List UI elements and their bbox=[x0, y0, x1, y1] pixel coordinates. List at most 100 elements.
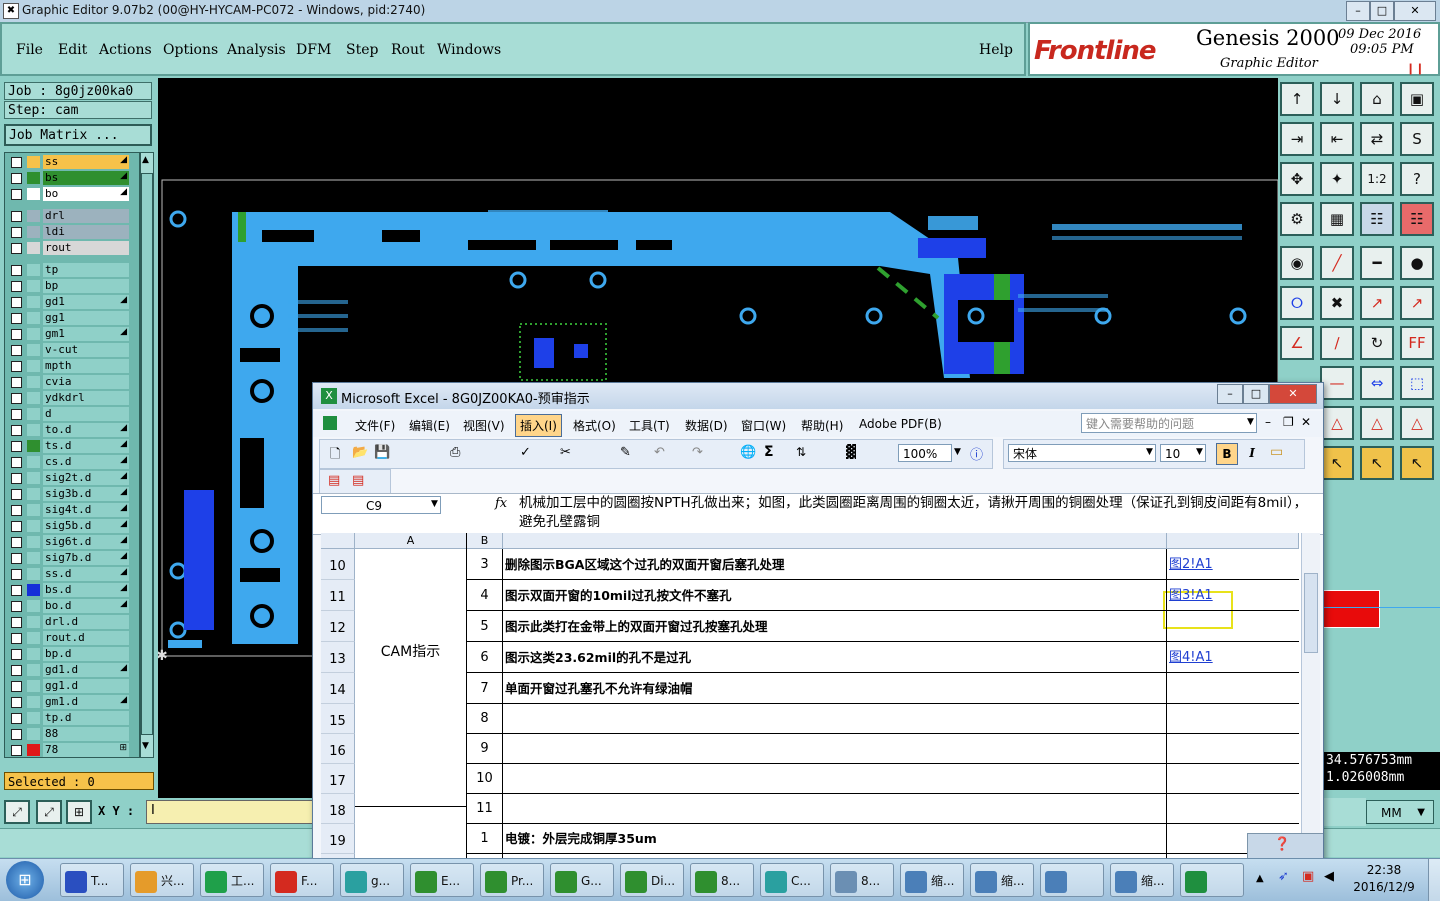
layer-checkbox[interactable] bbox=[11, 157, 22, 168]
layer-name[interactable]: ldi bbox=[43, 225, 129, 239]
group-cell-next[interactable] bbox=[355, 807, 467, 859]
layer-checkbox[interactable] bbox=[11, 745, 22, 756]
layer-row[interactable]: ss.d ◢ bbox=[9, 567, 137, 581]
start-button[interactable]: ⊞ bbox=[6, 861, 44, 899]
layer-color-swatch[interactable] bbox=[27, 408, 40, 420]
tray-volume-icon[interactable]: ◀ bbox=[1324, 869, 1334, 884]
row-header[interactable]: 13 bbox=[321, 642, 355, 673]
zoom-box-icon[interactable]: ⤢ bbox=[36, 800, 62, 824]
layer-name[interactable]: bs.d bbox=[43, 583, 129, 597]
menu-rout[interactable]: Rout bbox=[391, 42, 425, 58]
close-button[interactable]: ✕ bbox=[1394, 1, 1436, 21]
layer-row[interactable]: bo.d ◢ bbox=[9, 599, 137, 613]
tray-network-icon[interactable]: ▣ bbox=[1302, 869, 1314, 884]
layer-name[interactable]: tp.d bbox=[43, 711, 129, 725]
layer-checkbox[interactable] bbox=[11, 329, 22, 340]
layer-name[interactable]: bo.d bbox=[43, 599, 129, 613]
layer-row[interactable]: gg1.d bbox=[9, 679, 137, 693]
row-header[interactable]: 17 bbox=[321, 764, 355, 794]
cell-number[interactable]: 1 bbox=[467, 824, 503, 854]
scroll-down-icon[interactable]: ▼ bbox=[142, 741, 149, 751]
taskbar-app-button[interactable]: g... bbox=[340, 863, 404, 897]
taskbar-app-button[interactable]: 缩... bbox=[970, 863, 1034, 897]
layer-name[interactable]: gd1.d bbox=[43, 663, 129, 677]
column-header-c[interactable] bbox=[503, 533, 1167, 549]
zoom-select[interactable]: 100% bbox=[898, 444, 952, 462]
tool-select3-icon[interactable]: ↖ bbox=[1400, 446, 1434, 480]
tray-arrow-icon[interactable]: ▲ bbox=[1256, 873, 1264, 884]
layer-row[interactable]: sig5b.d ◢ bbox=[9, 519, 137, 533]
layer-color-swatch[interactable] bbox=[27, 156, 40, 168]
layer-checkbox[interactable] bbox=[11, 265, 22, 276]
layer-checkbox[interactable] bbox=[11, 211, 22, 222]
layer-row[interactable]: 88 bbox=[9, 727, 137, 741]
group-cell-cam[interactable]: CAM指示 bbox=[355, 533, 467, 807]
cell-link[interactable] bbox=[1167, 704, 1299, 734]
layer-name[interactable]: gg1 bbox=[43, 311, 129, 325]
formula-content[interactable]: 机械加工层中的圆圈按NPTH孔做出来；如图，此类圆圈距离周围的铜圈太近，请揪开周… bbox=[519, 494, 1309, 534]
layer-color-swatch[interactable] bbox=[27, 424, 40, 436]
layer-color-swatch[interactable] bbox=[27, 242, 40, 254]
layer-checkbox[interactable] bbox=[11, 601, 22, 612]
cell-instruction[interactable]: 图示双面开窗的10mil过孔按文件不塞孔 bbox=[503, 580, 1167, 611]
layer-checkbox[interactable] bbox=[11, 649, 22, 660]
layer-checkbox[interactable] bbox=[11, 441, 22, 452]
tool-help-icon[interactable]: ? bbox=[1400, 162, 1434, 196]
layer-color-swatch[interactable] bbox=[27, 520, 40, 532]
save-icon[interactable]: 💾 bbox=[374, 445, 390, 460]
layer-name[interactable]: 78 bbox=[43, 743, 129, 757]
layer-name[interactable]: gm1 bbox=[43, 327, 129, 341]
layer-name[interactable]: mpth bbox=[43, 359, 129, 373]
cell-instruction[interactable] bbox=[503, 704, 1167, 734]
layer-row[interactable]: gm1.d ◢ bbox=[9, 695, 137, 709]
layer-name[interactable]: sig5b.d bbox=[43, 519, 129, 533]
layer-color-swatch[interactable] bbox=[27, 488, 40, 500]
sheet-hyperlink[interactable]: 图2!A1 bbox=[1169, 557, 1213, 572]
layer-row[interactable]: drl bbox=[9, 209, 137, 223]
taskbar-app-button[interactable]: T... bbox=[60, 863, 124, 897]
layer-name[interactable]: d bbox=[43, 407, 129, 421]
layer-row[interactable]: gg1 bbox=[9, 311, 137, 325]
tray-app-icon[interactable]: ➶ bbox=[1278, 869, 1289, 884]
layer-row[interactable]: ss ◢ bbox=[9, 155, 137, 169]
open-folder-icon[interactable]: 📂 bbox=[352, 445, 368, 460]
column-header-d[interactable] bbox=[1167, 533, 1299, 549]
cell-link[interactable] bbox=[1167, 611, 1299, 642]
italic-button[interactable]: I bbox=[1242, 443, 1262, 463]
tool-fit-icon[interactable]: ✥ bbox=[1280, 162, 1314, 196]
layer-checkbox[interactable] bbox=[11, 377, 22, 388]
cell-instruction[interactable]: 图示这类23.62mil的孔不是过孔 bbox=[503, 642, 1167, 673]
layer-name[interactable]: gg1.d bbox=[43, 679, 129, 693]
ime-help-icon[interactable]: ❓ bbox=[1274, 837, 1290, 852]
layer-color-swatch[interactable] bbox=[27, 210, 40, 222]
menu-options[interactable]: Options bbox=[163, 42, 218, 58]
excel-menu-help[interactable]: 帮助(H) bbox=[801, 417, 843, 434]
layer-checkbox[interactable] bbox=[11, 521, 22, 532]
job-matrix-button[interactable]: Job Matrix ... bbox=[4, 124, 152, 146]
maximize-button[interactable]: □ bbox=[1370, 1, 1394, 21]
excel-menu-tools[interactable]: 工具(T) bbox=[629, 417, 670, 434]
menu-help[interactable]: Help bbox=[979, 42, 1013, 58]
layer-row[interactable]: sig4t.d ◢ bbox=[9, 503, 137, 517]
layer-checkbox[interactable] bbox=[11, 313, 22, 324]
layer-row[interactable]: d bbox=[9, 407, 137, 421]
layer-row[interactable]: ydkdrl bbox=[9, 391, 137, 405]
cell-number[interactable]: 11 bbox=[467, 794, 503, 824]
clock-date[interactable]: 2016/12/9 bbox=[1344, 880, 1424, 894]
cell-instruction[interactable]: 图示此类打在金带上的双面开窗过孔按塞孔处理 bbox=[503, 611, 1167, 642]
layer-checkbox[interactable] bbox=[11, 617, 22, 628]
layer-row[interactable]: gd1.d ◢ bbox=[9, 663, 137, 677]
tool-ff-icon[interactable]: FF bbox=[1400, 326, 1434, 360]
sheet-hyperlink[interactable]: 图4!A1 bbox=[1169, 650, 1213, 665]
chart-icon[interactable]: ▓ bbox=[846, 445, 856, 460]
cell-number[interactable]: 10 bbox=[467, 764, 503, 794]
layer-checkbox[interactable] bbox=[11, 297, 22, 308]
tool-measure-icon[interactable]: ⇔ bbox=[1360, 366, 1394, 400]
xy-input[interactable]: I bbox=[146, 800, 316, 824]
fill-color-icon[interactable]: ▭ bbox=[1270, 444, 1283, 460]
taskbar-app-button[interactable]: G... bbox=[550, 863, 614, 897]
layer-name[interactable]: ss.d bbox=[43, 567, 129, 581]
excel-minimize-button[interactable]: – bbox=[1217, 384, 1243, 404]
zoom-area-icon[interactable]: ⤢ bbox=[4, 800, 30, 824]
cut-icon[interactable]: ✂ bbox=[560, 445, 571, 460]
